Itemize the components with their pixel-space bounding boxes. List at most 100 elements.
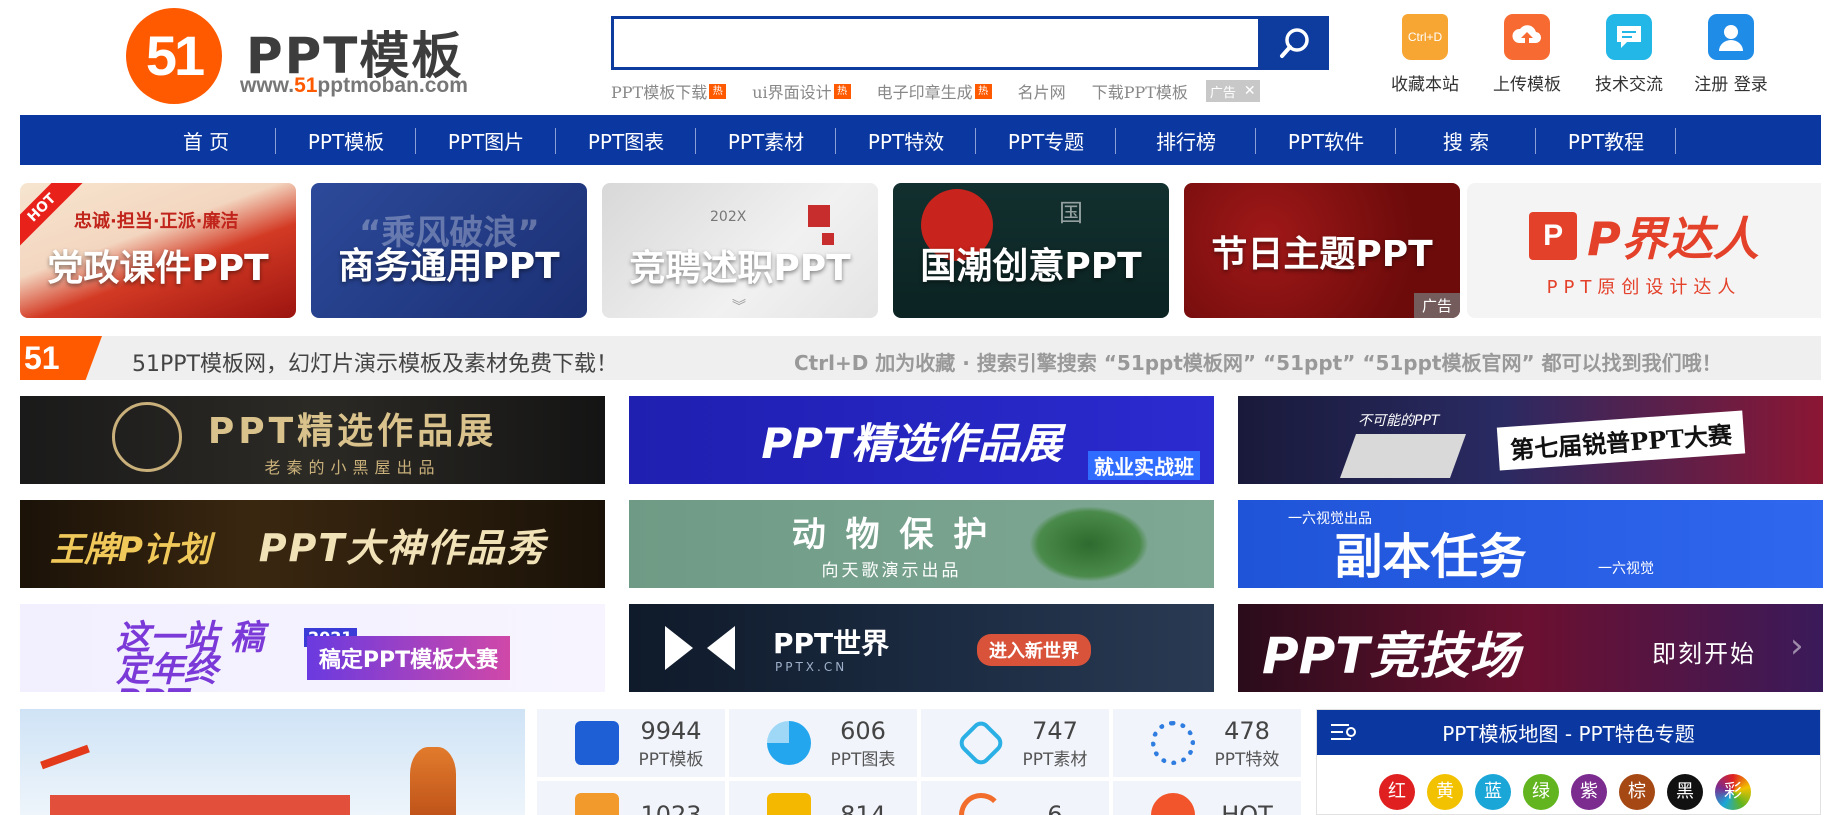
stat-name: PPT特效: [1214, 749, 1280, 770]
laurel-badge-icon: [112, 402, 182, 472]
ad-badge[interactable]: 广告 ✕: [1205, 80, 1260, 102]
stat-hot[interactable]: HOT: [1113, 781, 1301, 815]
featured-hero-image[interactable]: [20, 709, 525, 815]
banner-ad[interactable]: PPT精选作品展 就业实战班: [629, 396, 1214, 484]
stat-ppt-templates[interactable]: 9944 PPT模板: [537, 709, 725, 777]
software-stat-icon: [767, 793, 811, 815]
banner-ad[interactable]: PPT精选作品展 老秦的小黑屋出品: [20, 396, 605, 484]
template-map-header[interactable]: PPT模板地图 - PPT特色专题: [1317, 710, 1820, 755]
resource-stats: 9944 PPT模板 606 PPT图表 747 PPT素材 478 PPT特效 102…: [537, 709, 1301, 815]
nav-ppt-effects[interactable]: PPT特效: [836, 126, 976, 155]
nav-ppt-materials[interactable]: PPT素材: [696, 126, 836, 155]
stat-ppt-images[interactable]: 1023: [537, 781, 725, 815]
stat-name: PPT素材: [1022, 749, 1088, 770]
stat-number: 6: [1047, 801, 1063, 815]
color-filter-brown[interactable]: 棕: [1619, 774, 1655, 810]
quick-links: Ctrl+D 收藏本站 上传模板 技术交流 注册 登录: [1374, 14, 1782, 95]
hotword-link[interactable]: ui界面设计热: [752, 79, 851, 103]
loading-spinner-icon: [1151, 721, 1195, 765]
banner-ad[interactable]: PPT竞技场 即刻开始 ›: [1238, 604, 1823, 692]
banner-title: 稿定PPT模板大赛: [306, 636, 511, 680]
nav-ppt-charts[interactable]: PPT图表: [556, 126, 696, 155]
close-icon[interactable]: ✕: [1244, 83, 1256, 99]
nav-ppt-templates[interactable]: PPT模板: [276, 126, 416, 155]
nav-ranking[interactable]: 排行榜: [1116, 126, 1256, 155]
color-filter-black[interactable]: 黑: [1667, 774, 1703, 810]
category-title: 国潮创意PPT: [920, 245, 1142, 287]
monument-decoration: [410, 747, 456, 815]
color-filter-colorful[interactable]: 彩: [1715, 774, 1751, 810]
nav-ppt-tutorials[interactable]: PPT教程: [1536, 126, 1676, 155]
banner-ad[interactable]: 这一站 稿定年终PPT 2021 稿定PPT模板大赛: [20, 604, 605, 692]
color-filter-red[interactable]: 红: [1379, 774, 1415, 810]
chat-bubble-icon: [1606, 14, 1652, 60]
banner-cta: 进入新世界: [977, 634, 1091, 666]
nav-home[interactable]: 首 页: [136, 126, 276, 155]
color-filter-green[interactable]: 绿: [1523, 774, 1559, 810]
hotword-link[interactable]: 电子印章生成热: [877, 79, 992, 103]
logo-url: www.51pptmoban.com: [240, 74, 468, 97]
nav-ppt-images[interactable]: PPT图片: [416, 126, 556, 155]
color-filter-yellow[interactable]: 黄: [1427, 774, 1463, 810]
banner-cta: 即刻开始: [1652, 640, 1756, 668]
category-card-business[interactable]: “乘风破浪” 商务通用PPT: [311, 183, 587, 318]
banner-ad[interactable]: 不可能的PPT 第七届锐普PPT大赛: [1238, 396, 1823, 484]
banner-subtitle: 王牌P计划: [50, 530, 211, 570]
stat-ppt-materials[interactable]: 747 PPT素材: [921, 709, 1109, 777]
banner-subtitle: 这一站 稿定年终PPT: [116, 618, 264, 692]
hotword-link[interactable]: 名片网: [1018, 79, 1066, 103]
upload-template-link[interactable]: 上传模板: [1476, 14, 1578, 95]
stat-number: HOT: [1221, 801, 1273, 815]
ad-badge: 广告: [1413, 293, 1460, 318]
template-map-panel: PPT模板地图 - PPT特色专题 红 黄 蓝 绿 紫 棕 黑 彩: [1316, 709, 1821, 815]
tech-exchange-link[interactable]: 技术交流: [1578, 14, 1680, 95]
banner-ad[interactable]: 王牌P计划 PPT大神作品秀: [20, 500, 605, 588]
category-deco-text: 国: [1059, 199, 1083, 227]
color-filter-blue[interactable]: 蓝: [1475, 774, 1511, 810]
site-notice-bar: 51 51PPT模板网，幻灯片演示模板及素材免费下载！ Ctrl+D 加为收藏 …: [20, 336, 1821, 380]
red-square-decoration: [808, 205, 830, 227]
notice-logo: 51: [20, 336, 102, 380]
stat-ppt-software[interactable]: 814: [729, 781, 917, 815]
site-logo[interactable]: 51 PPT模板 www.51pptmoban.com: [126, 8, 476, 104]
banner-ad[interactable]: PPT世界 PPTX.CN 进入新世界: [629, 604, 1214, 692]
search-input[interactable]: [611, 16, 1261, 70]
hot-badge: 热: [709, 83, 727, 99]
nav-search[interactable]: 搜 索: [1396, 126, 1536, 155]
stat-ppt-charts[interactable]: 606 PPT图表: [729, 709, 917, 777]
nav-ppt-topics[interactable]: PPT专题: [976, 126, 1116, 155]
banner-title: PPT大神作品秀: [258, 525, 547, 570]
register-login-link[interactable]: 注册 登录: [1680, 14, 1782, 95]
hotword-link[interactable]: 下载PPT模板: [1092, 79, 1188, 103]
category-card-party-courseware[interactable]: HOT 忠诚·担当·正派·廉洁 党政课件PPT: [20, 183, 296, 318]
stat-ppt-effects[interactable]: 478 PPT特效: [1113, 709, 1301, 777]
user-icon: [1708, 14, 1754, 60]
search-button[interactable]: [1261, 16, 1329, 70]
hotword-link[interactable]: PPT模板下载热: [611, 79, 727, 103]
banner-brand: 一六视觉: [1598, 561, 1654, 577]
category-title: 党政课件PPT: [47, 247, 269, 289]
stat-number: 1023: [640, 801, 702, 815]
banner-ad[interactable]: 一六视觉出品 副本任务 一六视觉: [1238, 500, 1823, 588]
notice-message: 51PPT模板网，幻灯片演示模板及素材免费下载！: [132, 352, 618, 377]
nav-ppt-software[interactable]: PPT软件: [1256, 126, 1396, 155]
category-card-job-report[interactable]: 202X 竞聘述职PPT ︾: [602, 183, 878, 318]
refresh-icon: [959, 793, 1003, 815]
laptop-icon: [1339, 434, 1467, 478]
register-login-label: 注册 登录: [1694, 75, 1768, 95]
banner-ad[interactable]: 动 物 保 护 向天歌演示出品: [629, 500, 1214, 588]
category-deco-text: 202X: [710, 209, 747, 225]
stat-updates[interactable]: 6: [921, 781, 1109, 815]
tech-exchange-label: 技术交流: [1595, 75, 1663, 95]
banner-subtitle: 不可能的PPT: [1358, 413, 1440, 429]
color-filter-purple[interactable]: 紫: [1571, 774, 1607, 810]
ppt-world-logo-icon: [665, 626, 735, 670]
template-map-title: PPT模板地图 - PPT特色专题: [1442, 722, 1695, 746]
ad-label: 广告: [1209, 85, 1236, 101]
bookmark-site-link[interactable]: Ctrl+D 收藏本站: [1374, 14, 1476, 95]
category-card-festival[interactable]: 节日主题PPT 广告: [1184, 183, 1460, 318]
stat-number: 9944: [640, 716, 702, 745]
tools-icon: [955, 717, 1007, 769]
category-card-ppt-master[interactable]: P P界达人 PPT原创设计达人: [1467, 183, 1821, 318]
category-card-guochao[interactable]: 国 国潮创意PPT: [893, 183, 1169, 318]
